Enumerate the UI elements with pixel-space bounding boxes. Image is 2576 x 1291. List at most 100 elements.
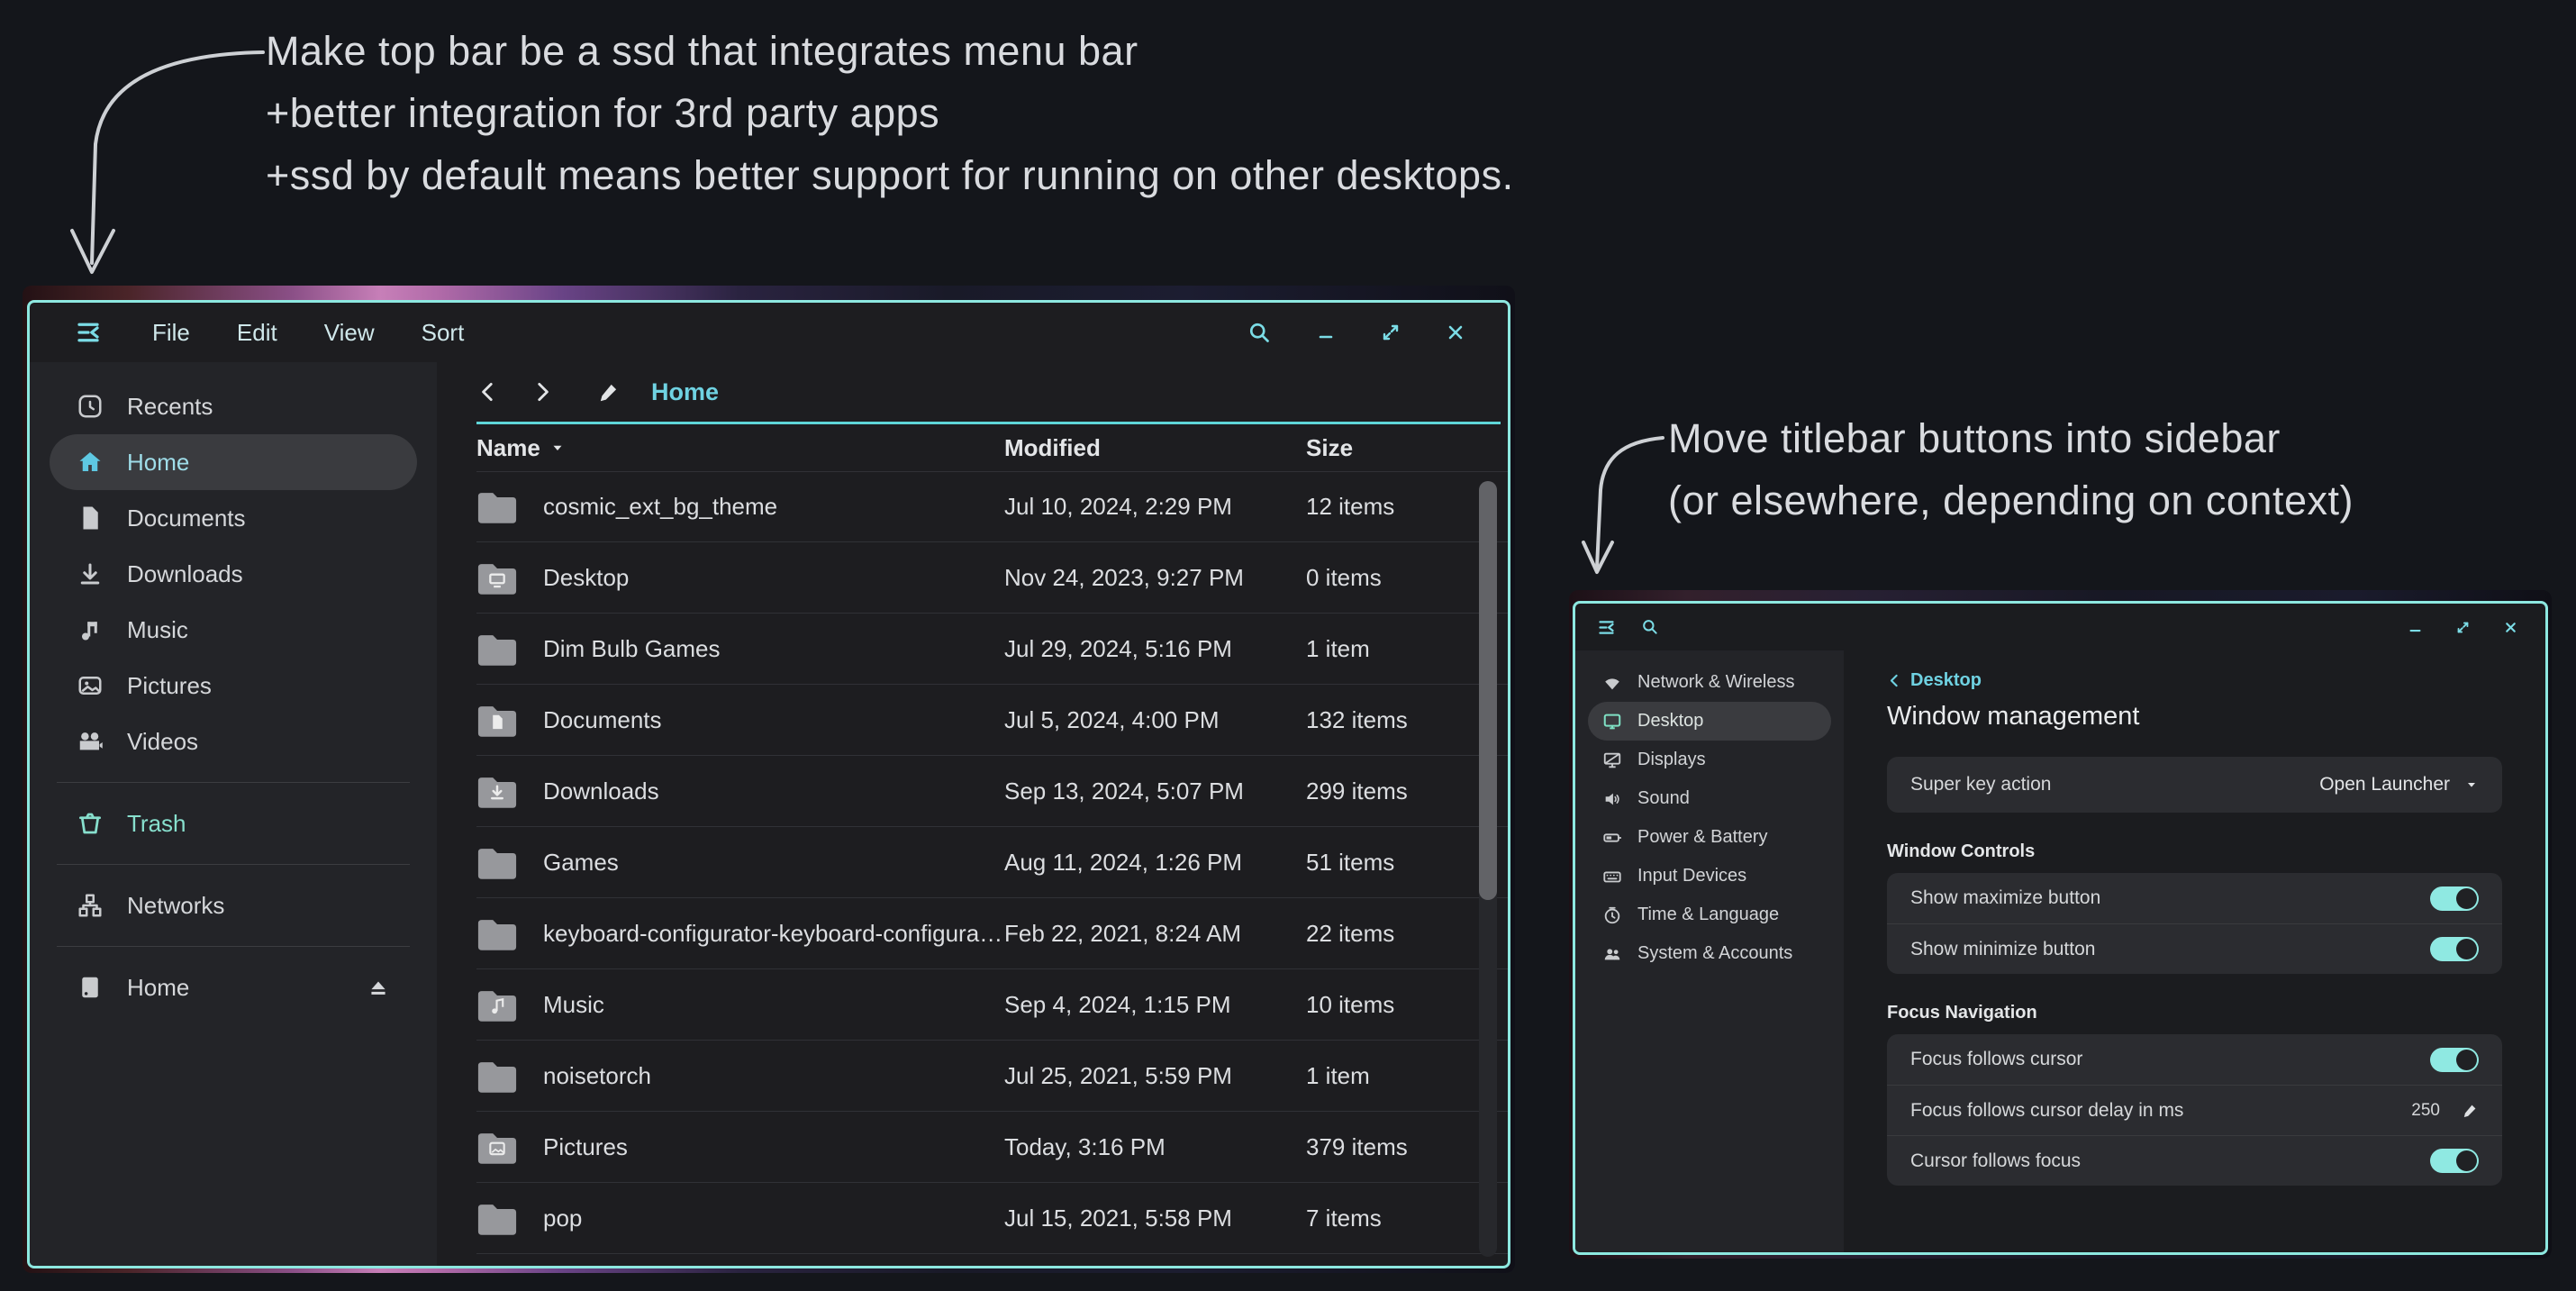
file-size: 1 item [1306, 1062, 1466, 1090]
show-minimize-toggle[interactable] [2430, 937, 2479, 961]
menu-file[interactable]: File [152, 319, 190, 347]
table-row[interactable]: Music Sep 4, 2024, 1:15 PM 10 items [476, 969, 1508, 1041]
minimize-button[interactable] [2408, 620, 2423, 635]
sidebar-item-displays[interactable]: Displays [1588, 741, 1831, 779]
setting-label: Show minimize button [1910, 939, 2095, 960]
mockup-canvas: Make top bar be a ssd that integrates me… [0, 0, 2576, 1291]
window-controls-card: Show maximize button Show minimize butto… [1887, 873, 2502, 974]
sidebar-item-documents[interactable]: Documents [50, 490, 417, 546]
table-row[interactable]: Games Aug 11, 2024, 1:26 PM 51 items [476, 827, 1508, 898]
divider [57, 946, 410, 947]
folder-icon [476, 1202, 518, 1235]
cosmic-logo-icon [75, 319, 102, 346]
sidebar-item-label: Sound [1637, 788, 1690, 809]
sidebar-item-network-wireless[interactable]: Network & Wireless [1588, 663, 1831, 702]
file-size: 7 items [1306, 1205, 1466, 1232]
sidebar-item-home-drive[interactable]: Home [50, 959, 417, 1015]
sidebar-item-desktop[interactable]: Desktop [1588, 702, 1831, 741]
menu-bar: File Edit View Sort [152, 319, 464, 347]
scrollbar-thumb[interactable] [1479, 481, 1497, 900]
breadcrumb[interactable]: Home [651, 378, 719, 406]
search-icon[interactable] [1247, 321, 1272, 345]
chevron-down-icon [2464, 777, 2479, 792]
close-button[interactable] [2503, 620, 2518, 635]
table-row[interactable]: Pictures Today, 3:16 PM 379 items [476, 1112, 1508, 1183]
settings-content: Desktop Window management Super key acti… [1844, 650, 2545, 1252]
focus-follows-cursor-toggle[interactable] [2430, 1048, 2479, 1072]
sidebar-item-label: Documents [127, 505, 246, 532]
document-icon [77, 505, 104, 532]
table-row[interactable]: Dim Bulb Games Jul 29, 2024, 5:16 PM 1 i… [476, 614, 1508, 685]
menu-sort[interactable]: Sort [422, 319, 465, 347]
column-header-name[interactable]: Name [476, 434, 540, 462]
dropdown-value: Open Launcher [2319, 774, 2450, 796]
settings-titlebar[interactable] [1575, 604, 2545, 650]
wifi-icon [1602, 673, 1622, 693]
folder-music-icon [476, 988, 518, 1022]
sidebar-item-recents[interactable]: Recents [50, 378, 417, 434]
annotation-arrow-top [27, 36, 279, 306]
table-row[interactable]: cosmic_ext_bg_theme Jul 10, 2024, 2:29 P… [476, 471, 1508, 542]
column-header-size[interactable]: Size [1306, 434, 1466, 462]
file-modified: Jul 15, 2021, 5:58 PM [1004, 1205, 1306, 1232]
sidebar-item-label: Networks [127, 892, 224, 920]
sidebar-item-pictures[interactable]: Pictures [50, 658, 417, 714]
file-modified: Sep 4, 2024, 1:15 PM [1004, 991, 1306, 1019]
sidebar-item-input-devices[interactable]: Input Devices [1588, 857, 1831, 896]
back-breadcrumb[interactable]: Desktop [1887, 670, 2506, 691]
scrollbar[interactable] [1479, 481, 1497, 1257]
file-modified: Jul 25, 2021, 5:59 PM [1004, 1062, 1306, 1090]
battery-icon [1602, 828, 1622, 848]
files-titlebar[interactable]: File Edit View Sort [30, 303, 1508, 362]
sidebar-item-power-battery[interactable]: Power & Battery [1588, 818, 1831, 857]
annotation-line: Make top bar be a ssd that integrates me… [266, 20, 1514, 82]
table-header: Name Modified Size [476, 424, 1508, 471]
maximize-button[interactable] [1380, 322, 1401, 343]
table-row[interactable]: pop Jul 15, 2021, 5:58 PM 7 items [476, 1183, 1508, 1254]
sidebar-item-music[interactable]: Music [50, 602, 417, 658]
file-size: 10 items [1306, 991, 1466, 1019]
folder-downloads-icon [476, 775, 518, 808]
sidebar-item-trash[interactable]: Trash [50, 796, 417, 851]
sidebar-item-label: Power & Battery [1637, 827, 1768, 848]
sidebar-item-system-accounts[interactable]: System & Accounts [1588, 934, 1831, 973]
edit-path-icon[interactable] [597, 380, 621, 404]
file-modified: Jul 5, 2024, 4:00 PM [1004, 706, 1306, 734]
maximize-button[interactable] [2455, 620, 2471, 635]
table-row[interactable]: Documents Jul 5, 2024, 4:00 PM 132 items [476, 685, 1508, 756]
sidebar-item-networks[interactable]: Networks [50, 877, 417, 933]
minimize-button[interactable] [1315, 322, 1337, 343]
eject-icon[interactable] [367, 976, 390, 999]
file-size: 379 items [1306, 1133, 1466, 1161]
close-button[interactable] [1445, 322, 1466, 343]
annotation-line: (or elsewhere, depending on context) [1668, 469, 2354, 532]
home-icon [77, 449, 104, 476]
sidebar-item-sound[interactable]: Sound [1588, 779, 1831, 818]
table-row[interactable]: Downloads Sep 13, 2024, 5:07 PM 299 item… [476, 756, 1508, 827]
table-row[interactable]: keyboard-configurator-keyboard-configura… [476, 898, 1508, 969]
search-icon[interactable] [1641, 618, 1659, 636]
column-header-modified[interactable]: Modified [1004, 434, 1306, 462]
chevron-left-icon [1887, 673, 1902, 688]
table-row[interactable]: noisetorch Jul 25, 2021, 5:59 PM 1 item [476, 1041, 1508, 1112]
sidebar-item-videos[interactable]: Videos [50, 714, 417, 769]
show-maximize-toggle[interactable] [2430, 886, 2479, 911]
menu-view[interactable]: View [324, 319, 375, 347]
cursor-follows-focus-toggle[interactable] [2430, 1149, 2479, 1173]
table-row[interactable]: Desktop Nov 24, 2023, 9:27 PM 0 items [476, 542, 1508, 614]
sidebar-item-home[interactable]: Home [50, 434, 417, 490]
forward-icon[interactable] [531, 380, 554, 404]
file-name: Desktop [543, 564, 629, 592]
sort-descending-icon[interactable] [549, 440, 566, 456]
edit-pencil-icon[interactable] [2462, 1102, 2479, 1119]
file-list: cosmic_ext_bg_theme Jul 10, 2024, 2:29 P… [476, 471, 1508, 1266]
back-icon[interactable] [476, 380, 500, 404]
folder-documents-icon [476, 704, 518, 737]
file-modified: Sep 13, 2024, 5:07 PM [1004, 777, 1306, 805]
file-size: 299 items [1306, 777, 1466, 805]
sidebar-item-time-language[interactable]: Time & Language [1588, 896, 1831, 934]
music-icon [77, 616, 104, 643]
super-key-dropdown[interactable]: Open Launcher [2319, 774, 2479, 796]
menu-edit[interactable]: Edit [237, 319, 277, 347]
sidebar-item-downloads[interactable]: Downloads [50, 546, 417, 602]
